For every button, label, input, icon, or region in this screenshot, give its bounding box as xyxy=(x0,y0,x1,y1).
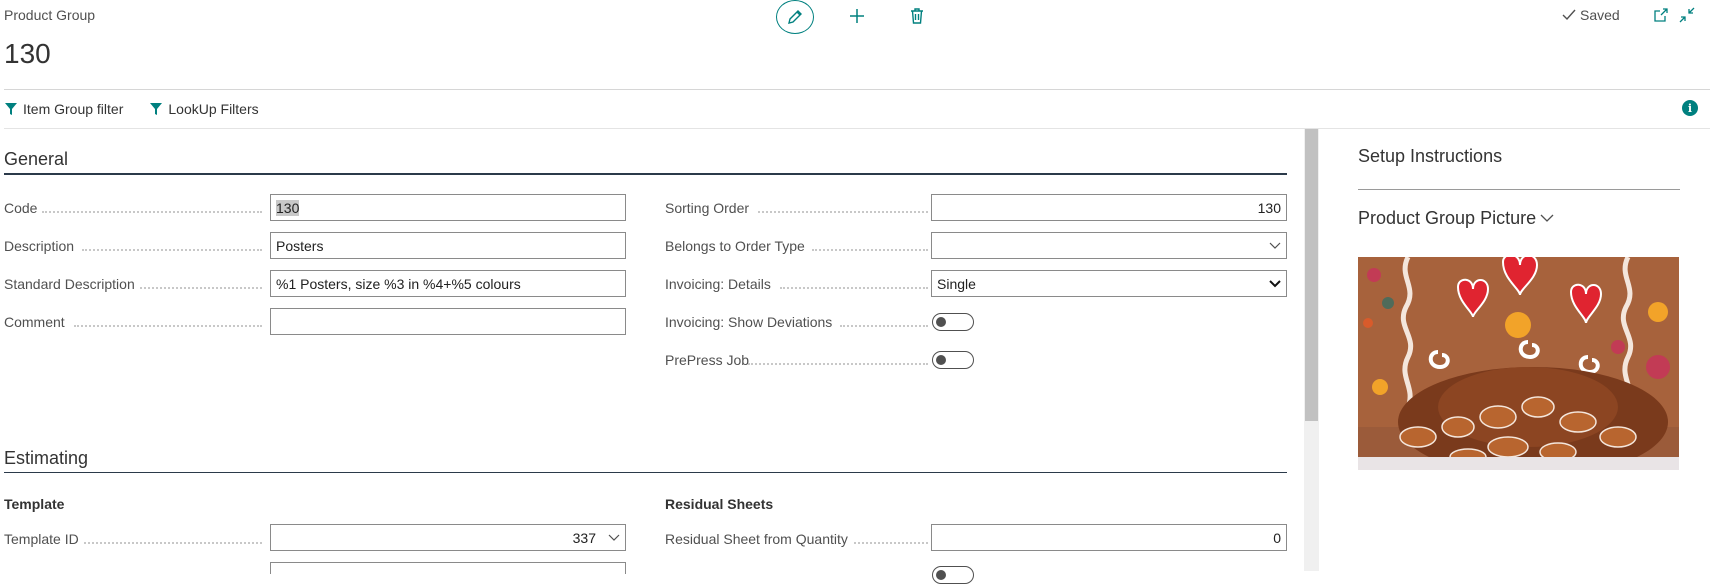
chevron-down-icon xyxy=(1269,242,1281,249)
leader-dots xyxy=(854,542,928,544)
leader-dots xyxy=(84,542,262,544)
leader-dots xyxy=(840,325,928,327)
item-group-filter-button[interactable]: Item Group filter xyxy=(4,101,123,117)
page-title: 130 xyxy=(4,38,51,69)
leader-dots xyxy=(758,211,928,213)
trash-icon xyxy=(911,8,923,24)
comment-field[interactable] xyxy=(270,308,626,335)
sorting-order-value: 130 xyxy=(1257,199,1281,216)
chevron-down-icon xyxy=(608,534,620,541)
invoicing-details-value: Single xyxy=(937,275,976,292)
leader-dots xyxy=(780,287,928,289)
residual-sheet-from-quantity-field[interactable]: 0 xyxy=(931,524,1287,551)
lookup-filters-label: LookUp Filters xyxy=(168,101,259,117)
standard-description-field[interactable]: %1 Posters, size %3 in %4+%5 colours xyxy=(270,270,626,297)
template-id-label: Template ID xyxy=(4,531,79,547)
sorting-order-field[interactable]: 130 xyxy=(931,194,1287,221)
plus-icon xyxy=(850,9,864,23)
invoicing-details-label: Invoicing: Details xyxy=(665,276,771,292)
description-value: Posters xyxy=(276,237,324,254)
belongs-to-order-type-select[interactable] xyxy=(931,232,1287,259)
pencil-icon xyxy=(788,10,802,24)
template-id-select[interactable]: 337 xyxy=(270,524,626,551)
leader-dots xyxy=(74,325,262,327)
breadcrumb: Product Group xyxy=(4,7,96,23)
leader-dots xyxy=(42,211,262,213)
filter-divider xyxy=(4,128,1710,129)
edit-button[interactable] xyxy=(776,0,814,34)
setup-instructions-title[interactable]: Setup Instructions xyxy=(1358,146,1502,167)
collapse-button[interactable] xyxy=(1678,6,1696,24)
comment-label: Comment xyxy=(4,314,65,330)
belongs-to-order-type-label: Belongs to Order Type xyxy=(665,238,805,254)
filter-icon xyxy=(5,103,17,115)
template-group-title: Template xyxy=(4,496,65,512)
code-field[interactable]: 130 xyxy=(270,194,626,221)
lookup-filters-button[interactable]: LookUp Filters xyxy=(149,101,259,117)
general-section-line xyxy=(4,173,1287,175)
collapse-icon xyxy=(1679,7,1695,23)
popout-icon xyxy=(1654,8,1668,22)
product-group-picture-header[interactable]: Product Group Picture xyxy=(1358,208,1554,229)
residual-sheet-from-quantity-value: 0 xyxy=(1273,529,1281,546)
saved-label: Saved xyxy=(1580,7,1620,23)
invoicing-details-select[interactable]: Single xyxy=(931,270,1287,297)
header-divider xyxy=(4,89,1710,90)
sorting-order-label: Sorting Order xyxy=(665,200,750,216)
description-field[interactable]: Posters xyxy=(270,232,626,259)
residual-sheet-from-quantity-label: Residual Sheet from Quantity xyxy=(665,531,848,547)
estimating-section-line xyxy=(4,472,1287,473)
filter-bar: Item Group filter LookUp Filters xyxy=(4,101,259,117)
gingerbread-picture xyxy=(1358,253,1679,477)
item-group-filter-label: Item Group filter xyxy=(23,101,124,117)
delete-button[interactable] xyxy=(906,5,928,27)
standard-description-label: Standard Description xyxy=(4,276,135,292)
product-group-picture-title: Product Group Picture xyxy=(1358,208,1537,228)
leader-dots xyxy=(748,363,928,365)
template-id-value: 337 xyxy=(572,529,596,546)
sidebar-divider xyxy=(1358,189,1680,190)
invoicing-show-deviations-toggle[interactable] xyxy=(932,313,974,331)
saved-status: Saved xyxy=(1562,7,1620,23)
invoicing-show-deviations-label: Invoicing: Show Deviations xyxy=(665,314,833,330)
code-value: 130 xyxy=(276,199,300,216)
prepress-job-label: PrePress Job xyxy=(665,352,750,368)
product-group-picture[interactable] xyxy=(1358,253,1679,477)
estimating-section-title[interactable]: Estimating xyxy=(4,448,88,469)
residual-sheets-group-title: Residual Sheets xyxy=(665,496,774,512)
general-section-title[interactable]: General xyxy=(4,149,68,170)
filter-icon xyxy=(150,103,163,115)
prepress-job-toggle[interactable] xyxy=(932,351,974,369)
leader-dots xyxy=(140,287,262,289)
template-next-field[interactable] xyxy=(270,562,626,574)
open-new-window-button[interactable] xyxy=(1652,6,1670,24)
checkmark-icon xyxy=(1562,9,1576,21)
new-button[interactable] xyxy=(846,5,868,27)
next-toggle[interactable] xyxy=(932,566,974,584)
leader-dots xyxy=(82,249,262,251)
description-label: Description xyxy=(4,238,75,254)
standard-description-value: %1 Posters, size %3 in %4+%5 colours xyxy=(276,275,521,292)
chevron-down-icon xyxy=(1269,279,1281,287)
scrollbar-thumb[interactable] xyxy=(1305,129,1318,421)
leader-dots xyxy=(812,249,928,251)
chevron-down-icon xyxy=(1540,214,1554,222)
code-label: Code xyxy=(4,200,38,216)
info-icon[interactable]: i xyxy=(1682,100,1698,116)
